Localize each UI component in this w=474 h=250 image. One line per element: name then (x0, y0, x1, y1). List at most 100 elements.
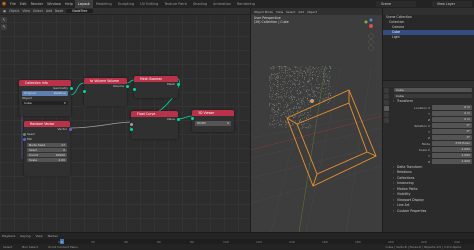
rotation-mode-select[interactable]: XYZ Euler (432, 141, 472, 146)
node-input-row (82, 89, 127, 94)
input-socket-icon[interactable] (82, 90, 86, 93)
node-3d-viewer[interactable]: 3D Viewer Width 0 (190, 110, 234, 132)
pan-icon (368, 39, 374, 45)
vp-menu-object[interactable]: Object (307, 10, 317, 14)
node-input-min: Min (22, 137, 70, 142)
scale-x-field[interactable]: 1.000 (432, 147, 472, 152)
node-to-volume[interactable]: to Volume Volume Volume (82, 78, 129, 106)
tab-texture-paint[interactable]: Texture Paint (161, 0, 190, 8)
timeline-menu-marker[interactable]: Marker (48, 234, 58, 238)
object-name-field[interactable]: Cube (394, 87, 472, 93)
menu-edit[interactable]: Edit (20, 2, 27, 6)
location-x-field[interactable]: 0 m (432, 105, 472, 110)
input-socket-icon[interactable] (190, 117, 194, 120)
node-input-row (129, 127, 178, 132)
tab-rendering[interactable]: Rendering (234, 0, 258, 8)
camera-icon (368, 45, 374, 51)
timeline-menu-view[interactable]: View (35, 234, 42, 238)
input-socket-icon[interactable] (129, 123, 133, 126)
output-tab-icon[interactable] (384, 100, 389, 105)
tab-modeling[interactable]: Modeling (93, 0, 115, 8)
input-socket-icon[interactable] (129, 128, 133, 131)
view-layer-selector[interactable]: View Layer (432, 1, 472, 7)
timeline-header: Playback Keying View Marker (0, 233, 474, 238)
status-select: Select (3, 245, 13, 249)
blender-logo-icon[interactable]: ◉ (0, 0, 8, 8)
node-seed-field[interactable]: Node Seed 17 (27, 142, 67, 147)
section-custom-properties[interactable]: Custom Properties (392, 209, 474, 215)
node-input-row (132, 87, 178, 92)
object-datablock-field[interactable]: Cube (394, 93, 472, 99)
seed-field[interactable]: Seed 0 (27, 147, 67, 152)
tab-animation[interactable]: Animation (210, 0, 234, 8)
3d-viewport[interactable]: Object Mode View Select Add Object User … (251, 8, 382, 232)
node-field-label: Object (22, 95, 32, 100)
zoom-icon (368, 33, 374, 39)
status-bar: Select Box Select Scroll Context Menu Cu… (0, 244, 474, 250)
scale-z-field[interactable]: 1.000 (432, 159, 472, 164)
vector-socket-icon[interactable] (68, 128, 72, 131)
count-field[interactable]: Count 10000 (27, 152, 67, 157)
value-socket-icon[interactable] (176, 118, 180, 121)
physics-tab-icon[interactable] (384, 118, 389, 123)
top-bar: ◉ File Edit Render Window Help Layout Mo… (0, 0, 474, 8)
location-z-field[interactable]: 0 m (432, 117, 472, 122)
viewport-mode[interactable]: Object Mode (254, 10, 273, 14)
menu-file[interactable]: File (10, 2, 16, 6)
node-editor[interactable]: ▣ Object View Select Add Node NodeTree ↖… (0, 8, 250, 232)
outliner[interactable]: Scene Collection Collection Camera Cube … (383, 8, 474, 80)
scale-y-field[interactable]: 1.000 (432, 153, 472, 158)
node-output-geometry: Geometry (19, 86, 73, 91)
tab-shading[interactable]: Shading (190, 0, 210, 8)
rotation-x-field[interactable]: 0° (432, 123, 472, 128)
vp-menu-select[interactable]: Select (286, 10, 295, 14)
node-collection-info[interactable]: Collection Info Geometry Original Relativ… (19, 80, 73, 116)
tab-uv-editing[interactable]: UV Editing (137, 0, 161, 8)
transform-section-header[interactable]: Transform (392, 99, 474, 105)
render-tab-icon[interactable] (384, 94, 389, 99)
point-cloud (269, 66, 332, 129)
scale-field[interactable]: Scale 2.00 (27, 157, 67, 162)
timeline-menu-playback[interactable]: Playback (2, 234, 15, 238)
object-tab-icon[interactable] (384, 106, 389, 111)
blender-window: ◉ File Edit Render Window Help Layout Mo… (0, 0, 474, 250)
menu-help[interactable]: Help (65, 2, 73, 6)
object-origin (310, 99, 314, 103)
status-context-menu: Scroll Context Menu (48, 245, 79, 249)
viewport-collection-label: (26) Collection | Cube (254, 20, 289, 24)
tab-sculpting[interactable]: Sculpting (115, 0, 137, 8)
rotation-y-field[interactable]: 0° (432, 129, 472, 134)
tool-tab-icon[interactable] (384, 88, 389, 93)
modifier-tab-icon[interactable] (384, 112, 389, 117)
geometry-socket-icon[interactable] (69, 87, 73, 90)
rotation-z-field[interactable]: 0° (432, 135, 472, 140)
outliner-header (383, 8, 474, 15)
node-mesh-boolean[interactable]: Mesh Boolean Mesh (132, 76, 180, 98)
status-stats: Cube | Verts:8 | Faces:6 | Objects:1/3 |… (385, 245, 461, 249)
width-field[interactable]: Width 0 (195, 121, 231, 126)
input-socket-icon[interactable] (132, 88, 136, 91)
properties-editor[interactable]: Cube Cube Transform Location X0 m Y0 m Z… (383, 81, 474, 232)
node-float-curve[interactable]: Float Curve Value (129, 111, 180, 139)
location-y-field[interactable]: 0 m (432, 111, 472, 116)
vp-menu-add[interactable]: Add (298, 10, 304, 14)
navigation-gizmo[interactable] (362, 17, 380, 53)
scene-selector[interactable]: Scene (376, 1, 416, 7)
outliner-row-light[interactable]: Light (383, 35, 474, 40)
properties-tabs (383, 87, 390, 124)
status-box-select: Box Select (22, 245, 39, 249)
tab-layout[interactable]: Layout (74, 0, 93, 8)
mesh-socket-icon[interactable] (176, 83, 180, 86)
seed-socket-icon[interactable] (22, 133, 26, 136)
timeline-menu-keying[interactable]: Keying (20, 234, 30, 238)
eyedropper-icon: ✕ (63, 100, 66, 105)
menu-render[interactable]: Render (31, 2, 43, 6)
vp-menu-view[interactable]: View (276, 10, 283, 14)
object-field[interactable]: Cube ✕ (22, 100, 68, 105)
min-socket-icon[interactable] (22, 138, 26, 141)
viewport-header: Object Mode View Select Add Object (251, 8, 382, 15)
volume-socket-icon[interactable] (125, 85, 129, 88)
menu-window[interactable]: Window (47, 2, 61, 6)
timeline[interactable]: Playback Keying View Marker 1 0 20 40 60 80 1… (0, 232, 474, 245)
node-random-vector[interactable]: Random Vector Vector Seed Min Node Seed 1… (22, 121, 72, 176)
